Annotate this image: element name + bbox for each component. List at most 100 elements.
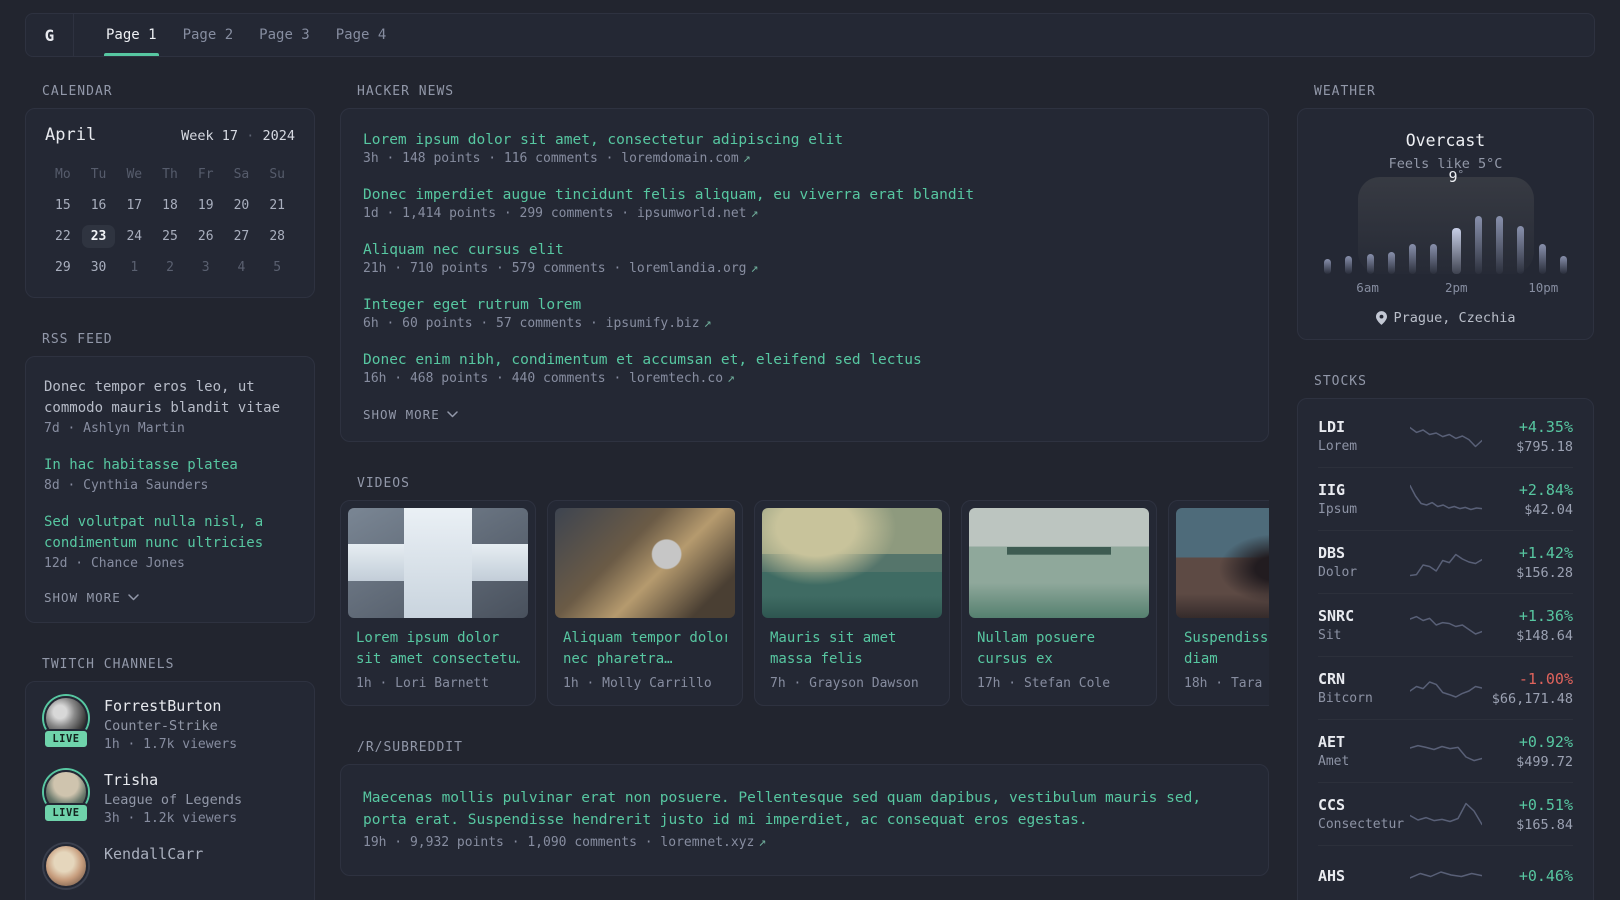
stock-row[interactable]: AHS +0.46% (1318, 846, 1573, 900)
temperature-value: 9 (1448, 168, 1458, 186)
rss-item-link[interactable]: Donec tempor eros leo, ut commodo mauris… (44, 377, 296, 419)
channel-name-link[interactable]: KendallCarr (104, 845, 203, 863)
weather-bars (1323, 184, 1568, 274)
hn-story-link[interactable]: Donec enim nibh, condimentum et accumsan… (363, 352, 1246, 368)
video-title-link[interactable]: Nullam posuere cursus ex (977, 628, 1141, 670)
stock-name: Bitcorn (1318, 691, 1373, 706)
top-navigation-bar: G Page 1 Page 2 Page 3 Page 4 (25, 13, 1595, 57)
calendar-day-next-month: 2 (166, 260, 174, 275)
weather-bar (1366, 254, 1374, 274)
show-more-label: SHOW MORE (44, 590, 121, 605)
video-card[interactable]: Suspendisse diam 18h · Tara (1168, 500, 1269, 706)
stock-symbol: CCS (1318, 796, 1346, 814)
rss-item-link[interactable]: In hac habitasse platea (44, 455, 296, 476)
stock-symbol: LDI (1318, 418, 1346, 436)
hn-domain-link[interactable]: loremlandia.org (629, 261, 746, 276)
video-title-line: Mauris sit amet (770, 630, 897, 646)
hn-domain-link[interactable]: loremdomain.com (621, 151, 738, 166)
hn-story-link[interactable]: Donec imperdiet augue tincidunt felis al… (363, 187, 1246, 203)
twitch-channel-row[interactable]: LIVE ForrestBurton Counter-Strike 1h · 1… (42, 696, 298, 752)
video-title-line: Nullam posuere (977, 630, 1096, 646)
stock-row[interactable]: LDI Lorem +4.35% $795.18 (1318, 405, 1573, 468)
video-card[interactable]: Nullam posuere cursus ex 17h · Stefan Col… (961, 500, 1157, 706)
weather-time-axis: 6am 2pm 10pm (1323, 280, 1568, 298)
calendar-widget-label: CALENDAR (42, 84, 113, 99)
weather-bar-current (1451, 228, 1461, 274)
chevron-down-icon (446, 411, 458, 418)
stock-symbol: AHS (1318, 867, 1346, 885)
video-title-link[interactable]: Suspendisse diam (1184, 628, 1269, 670)
stock-row[interactable]: DBS Dolor +1.42% $156.28 (1318, 531, 1573, 594)
stock-row[interactable]: IIG Ipsum +2.84% $42.04 (1318, 468, 1573, 531)
stock-symbol: DBS (1318, 544, 1346, 562)
hn-domain-link[interactable]: ipsumify.biz (606, 316, 700, 331)
app-logo: G (26, 14, 74, 56)
video-title-line: Aliquam tempor dolor (563, 630, 727, 646)
channel-name-link[interactable]: Trisha (104, 771, 242, 789)
hacker-news-widget-label: HACKER NEWS (357, 84, 455, 99)
video-title-link[interactable]: Lorem ipsum dolor sit amet consectetu… (356, 628, 520, 670)
calendar-day: 16 (90, 198, 107, 213)
stock-change: +4.35% (1518, 417, 1573, 436)
calendar-day: 24 (126, 229, 143, 244)
tab-page-3[interactable]: Page 3 (247, 14, 322, 56)
rss-item-link[interactable]: Sed volutpat nulla nisl, a condimentum n… (44, 512, 296, 554)
tab-page-1[interactable]: Page 1 (94, 14, 169, 56)
reddit-post-link[interactable]: Maecenas mollis pulvinar erat non posuer… (363, 787, 1246, 831)
calendar-day: 20 (233, 198, 250, 213)
hn-story-link[interactable]: Aliquam nec cursus elit (363, 242, 1246, 258)
subreddit-widget-label: /R/SUBREDDIT (357, 740, 463, 755)
video-title-link[interactable]: Mauris sit amet massa felis (770, 628, 934, 670)
stock-row[interactable]: SNRC Sit +1.36% $148.64 (1318, 594, 1573, 657)
hn-story-meta: 21h · 710 points · 579 comments · loreml… (363, 261, 1246, 276)
twitch-widget-label: TWITCH CHANNELS (42, 657, 175, 672)
video-card[interactable]: Aliquam tempor dolor nec pharetra… 1h · M… (547, 500, 743, 706)
stock-change: +2.84% (1518, 480, 1573, 499)
stock-change: +1.36% (1518, 606, 1573, 625)
reddit-post: Maecenas mollis pulvinar erat non posuer… (363, 787, 1246, 850)
twitch-widget: TWITCH CHANNELS LIVE ForrestBurton Count… (25, 657, 315, 900)
hn-story: Lorem ipsum dolor sit amet, consectetur … (363, 132, 1246, 166)
calendar-year: 2024 (262, 128, 295, 144)
stock-change: +0.51% (1518, 795, 1573, 814)
hn-story-meta: 1d · 1,414 points · 299 comments · ipsum… (363, 206, 1246, 221)
stock-row[interactable]: AET Amet +0.92% $499.72 (1318, 720, 1573, 783)
rss-show-more-button[interactable]: SHOW MORE (44, 590, 139, 605)
stocks-widget: STOCKS LDI Lorem +4.35% $795.18 IIG Ipsum +… (1297, 374, 1594, 900)
stock-row[interactable]: CRN Bitcorn -1.00% $66,171.48 (1318, 657, 1573, 720)
weather-bar (1559, 256, 1567, 274)
calendar-day-next-month: 1 (130, 260, 139, 275)
video-title-line: cursus ex (977, 651, 1053, 667)
reddit-domain-link[interactable]: loremnet.xyz (660, 835, 754, 850)
hn-story-link[interactable]: Lorem ipsum dolor sit amet, consectetur … (363, 132, 1246, 148)
weather-bar (1409, 244, 1417, 274)
video-title-line: diam (1184, 651, 1218, 667)
tab-page-4[interactable]: Page 4 (324, 14, 399, 56)
stock-price: $148.64 (1516, 627, 1573, 644)
hn-story-link[interactable]: Integer eget rutrum lorem (363, 297, 1246, 313)
hn-domain-link[interactable]: ipsumworld.net (637, 206, 747, 221)
stock-name: Lorem (1318, 439, 1358, 454)
location-text: Prague, Czechia (1393, 310, 1516, 326)
video-title-line: Lorem ipsum dolor (356, 630, 500, 646)
channel-name-link[interactable]: ForrestBurton (104, 697, 237, 715)
weather-location[interactable]: Prague, Czechia (1323, 310, 1568, 326)
stock-row[interactable]: CCS Consectetur +0.51% $165.84 (1318, 783, 1573, 846)
hn-domain-link[interactable]: loremtech.co (629, 371, 723, 386)
video-meta: 17h · Stefan Cole (977, 676, 1111, 691)
video-card[interactable]: Mauris sit amet massa felis 7h · Grayson … (754, 500, 950, 706)
calendar-day: 19 (197, 198, 214, 213)
calendar-day-next-month: 4 (237, 260, 246, 275)
calendar-day: 25 (162, 229, 178, 244)
video-title-link[interactable]: Aliquam tempor dolor nec pharetra… (563, 628, 727, 670)
hn-show-more-button[interactable]: SHOW MORE (363, 407, 458, 422)
video-card[interactable]: Lorem ipsum dolor sit amet consectetu… 1h… (340, 500, 536, 706)
weather-bar (1474, 216, 1482, 274)
twitch-channel-row[interactable]: KendallCarr (42, 844, 298, 888)
tab-page-2[interactable]: Page 2 (171, 14, 246, 56)
weekday-mo: Mo (55, 167, 71, 182)
weather-bar (1496, 216, 1504, 274)
stock-change: +1.42% (1518, 543, 1573, 562)
twitch-channel-row[interactable]: LIVE Trisha League of Legends 3h · 1.2k … (42, 770, 298, 826)
weather-bar (1324, 259, 1331, 274)
